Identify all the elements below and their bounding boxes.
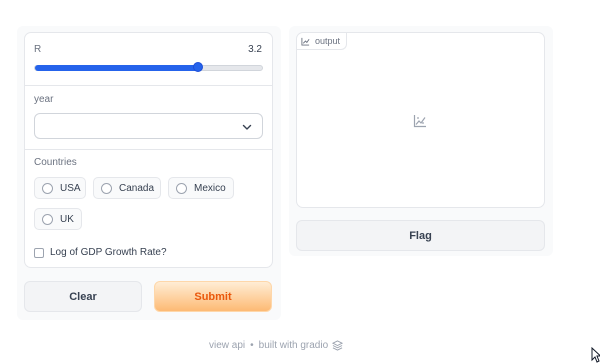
- view-api-link[interactable]: view api: [209, 340, 245, 351]
- radio-usa[interactable]: USA: [34, 177, 86, 199]
- radio-label: UK: [60, 213, 74, 225]
- slider-label: R: [34, 44, 42, 55]
- radio-label: Canada: [119, 182, 155, 194]
- gradio-logo-icon: [332, 340, 344, 351]
- slider-thumb[interactable]: [193, 62, 204, 72]
- divider: [25, 85, 272, 86]
- flag-button[interactable]: Flag: [296, 220, 545, 251]
- divider: [25, 149, 272, 150]
- radio-circle: [42, 213, 53, 225]
- input-panel: R 3.2 year Countries USA Canada Mexico U…: [24, 32, 273, 268]
- r-slider[interactable]: [34, 62, 263, 72]
- radio-circle: [176, 182, 187, 194]
- radio-circle: [42, 182, 53, 194]
- slider-value[interactable]: 3.2: [248, 44, 262, 55]
- cursor-icon: [591, 347, 600, 363]
- log-gdp-checkbox[interactable]: [34, 248, 44, 258]
- output-label-tab: output: [297, 33, 348, 50]
- clear-button[interactable]: Clear: [24, 281, 142, 312]
- radio-circle: [101, 182, 112, 194]
- radio-uk[interactable]: UK: [34, 208, 82, 230]
- submit-button[interactable]: Submit: [154, 281, 272, 312]
- built-with-gradio-link[interactable]: built with gradio: [259, 340, 328, 351]
- radio-mexico[interactable]: Mexico: [168, 177, 234, 199]
- footer: view api • built with gradio: [209, 340, 344, 351]
- footer-separator: •: [250, 340, 254, 351]
- output-label: output: [315, 36, 341, 46]
- slider-fill: [35, 65, 199, 71]
- log-gdp-label[interactable]: Log of GDP Growth Rate?: [50, 247, 167, 258]
- year-dropdown[interactable]: [34, 113, 263, 139]
- year-label: year: [34, 94, 54, 105]
- chevron-down-icon: [242, 124, 252, 130]
- chart-icon: [413, 115, 426, 128]
- radio-label: Mexico: [194, 182, 226, 194]
- chart-icon: [301, 37, 310, 46]
- radio-canada[interactable]: Canada: [93, 177, 161, 199]
- radio-label: USA: [60, 182, 81, 194]
- output-plot: output: [296, 32, 545, 208]
- countries-label: Countries: [34, 157, 77, 168]
